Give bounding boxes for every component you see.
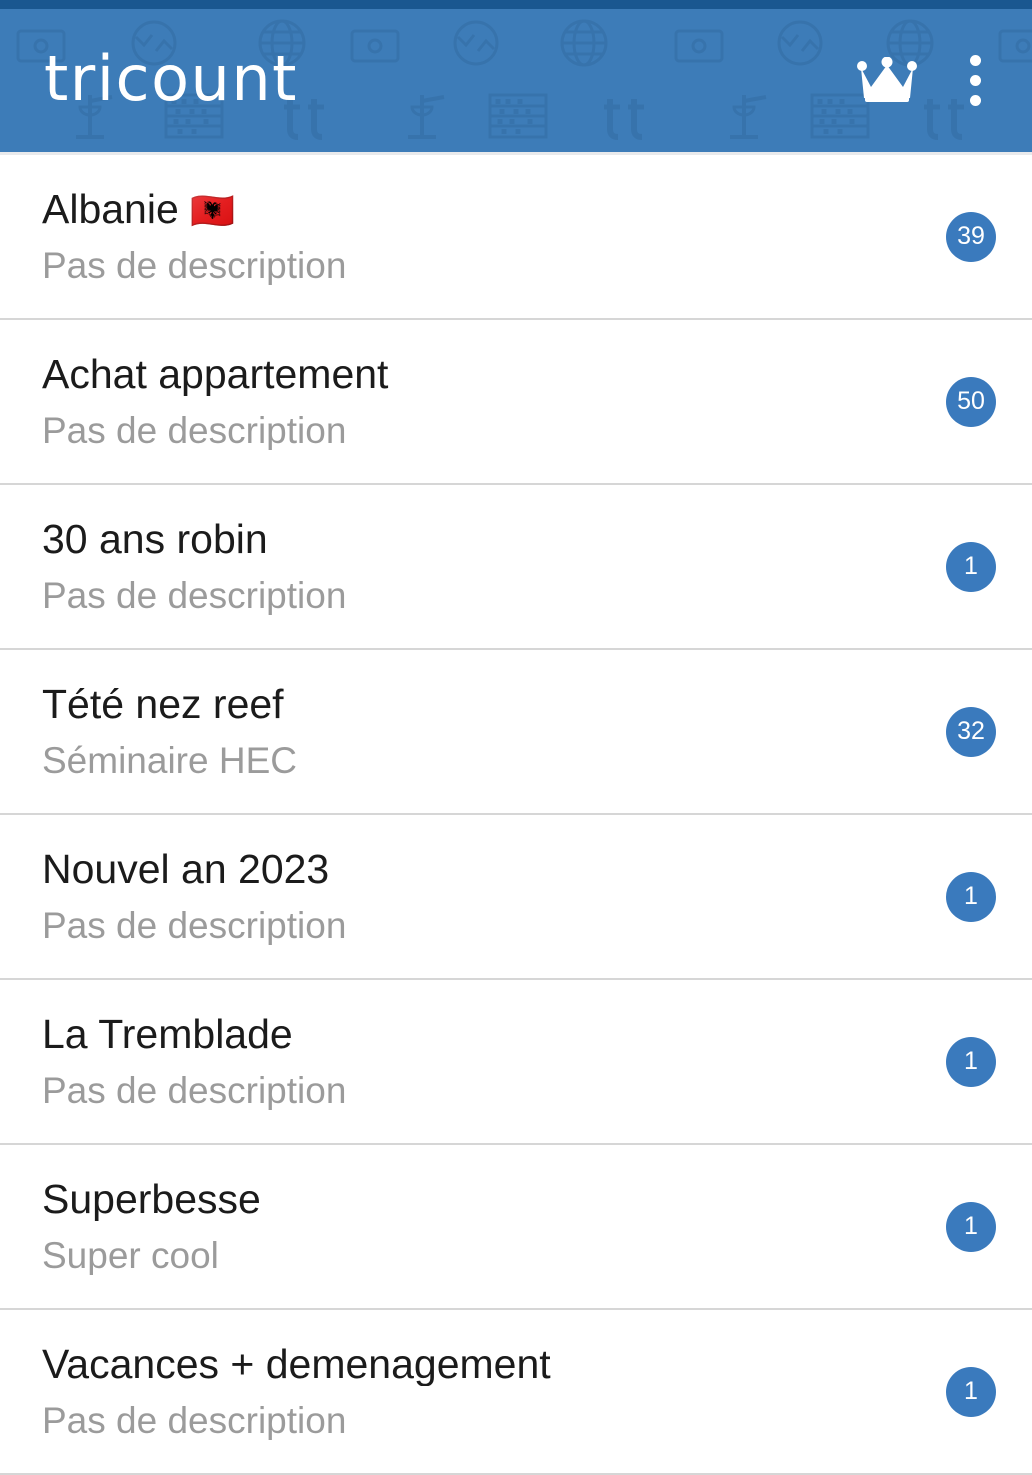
list-item-3[interactable]: 30 ans robin Pas de description 1 — [0, 485, 1032, 648]
tricount-list: Albanie 🇦🇱 Pas de description 39 Achat a… — [0, 155, 1032, 1475]
list-item-badge: 1 — [946, 541, 996, 592]
list-item-texts: La Tremblade Pas de description — [42, 1013, 924, 1111]
list-item-subtitle: Séminaire HEC — [42, 741, 297, 781]
list-item-8[interactable]: Vacances + demenagement Pas de descripti… — [0, 1310, 1032, 1473]
list-item-title: Superbesse — [42, 1178, 924, 1221]
list-item-texts: Vacances + demenagement Pas de descripti… — [42, 1343, 924, 1441]
list-item-subtitle: Super cool — [42, 1236, 219, 1276]
list-item-title: La Tremblade — [42, 1013, 924, 1056]
list-item-badge: 50 — [946, 376, 996, 427]
list-item-title-text: Vacances + demenagement — [42, 1342, 551, 1386]
list-item-title-text: Superbesse — [42, 1177, 261, 1221]
crown-icon[interactable] — [850, 44, 924, 118]
list-item-badge: 1 — [946, 1366, 996, 1417]
list-item-2[interactable]: Achat appartement Pas de description 50 — [0, 320, 1032, 483]
list-item-texts: Tété nez reef Séminaire HEC — [42, 683, 924, 781]
status-bar — [0, 0, 1032, 9]
list-item-texts: Superbesse Super cool — [42, 1178, 924, 1276]
list-item-texts: 30 ans robin Pas de description — [42, 518, 924, 616]
list-item-subtitle: Pas de description — [42, 246, 347, 286]
list-item-title-text: 30 ans robin — [42, 517, 268, 561]
list-item-title: Tété nez reef — [42, 683, 924, 726]
list-item-7[interactable]: Superbesse Super cool 1 — [0, 1145, 1032, 1308]
list-item-subtitle: Pas de description — [42, 1401, 347, 1441]
list-item-texts: Albanie 🇦🇱 Pas de description — [42, 188, 924, 286]
list-item-title: 30 ans robin — [42, 518, 924, 561]
list-item-title: Vacances + demenagement — [42, 1343, 924, 1386]
list-item-subtitle: Pas de description — [42, 411, 347, 451]
app-bar: tricount — [0, 9, 1032, 152]
more-dot — [969, 95, 981, 106]
more-dot — [969, 55, 981, 66]
list-item-title: Nouvel an 2023 — [42, 848, 924, 891]
list-item-texts: Nouvel an 2023 Pas de description — [42, 848, 924, 946]
more-dot — [969, 75, 981, 86]
list-item-title-text: Albanie — [42, 187, 179, 231]
list-item-title-text: Nouvel an 2023 — [42, 847, 330, 891]
flag-icon: 🇦🇱 — [178, 190, 236, 231]
list-item-badge: 1 — [946, 1036, 996, 1087]
list-item-title: Achat appartement — [42, 353, 924, 396]
list-item-badge: 1 — [946, 871, 996, 922]
list-item-title-text: Achat appartement — [42, 352, 389, 396]
list-item-1[interactable]: Albanie 🇦🇱 Pas de description 39 — [0, 155, 1032, 318]
list-item-title-text: Tété nez reef — [42, 682, 284, 726]
list-item-subtitle: Pas de description — [42, 576, 347, 616]
list-item-subtitle: Pas de description — [42, 906, 347, 946]
list-item-badge: 39 — [946, 211, 996, 262]
list-item-subtitle: Pas de description — [42, 1071, 347, 1111]
list-item-texts: Achat appartement Pas de description — [42, 353, 924, 451]
list-item-title-text: La Tremblade — [42, 1012, 293, 1056]
more-vert-icon[interactable] — [946, 42, 1004, 120]
list-item-6[interactable]: La Tremblade Pas de description 1 — [0, 980, 1032, 1143]
list-item-4[interactable]: Tété nez reef Séminaire HEC 32 — [0, 650, 1032, 813]
list-item-5[interactable]: Nouvel an 2023 Pas de description 1 — [0, 815, 1032, 978]
list-item-badge: 1 — [946, 1201, 996, 1252]
list-item-title: Albanie 🇦🇱 — [42, 188, 924, 231]
list-item-badge: 32 — [946, 706, 996, 757]
app-logo: tricount — [44, 41, 298, 115]
